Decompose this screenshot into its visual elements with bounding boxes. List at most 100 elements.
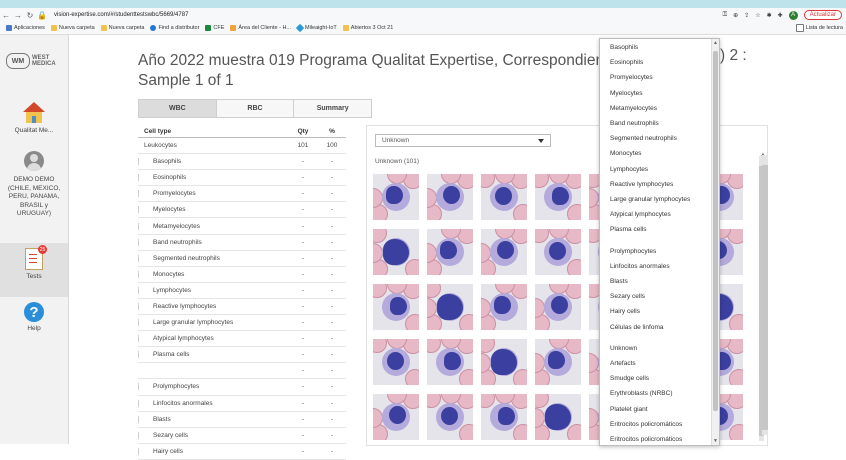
update-button[interactable]: Actualizar (803, 10, 842, 20)
url-text[interactable]: vision-expertise.com/#/studenttestswbc/5… (54, 12, 723, 18)
sidebar-item-tests[interactable]: 25 Tests (0, 243, 68, 297)
scroll-down-icon[interactable]: ▼ (713, 438, 718, 444)
dropdown-option[interactable]: Eosinophils (610, 59, 643, 66)
table-row[interactable]: Hairy cells - - (138, 444, 346, 460)
category-select[interactable]: Unknown (375, 134, 551, 147)
cell-image-tile[interactable] (373, 394, 419, 440)
dropdown-option[interactable]: Eritrocitos policromáticos (610, 436, 682, 443)
dropdown-scrollbar[interactable]: ▲ ▼ (711, 39, 719, 445)
table-row[interactable]: Leukocytes 101 100 (138, 138, 346, 155)
zoom-icon[interactable]: ⊕ (733, 12, 738, 19)
bookmark-item[interactable]: Nueva carpeta (50, 25, 95, 31)
cell-image-tile[interactable] (481, 394, 527, 440)
red-blood-cell-shape (567, 204, 581, 220)
scroll-up-icon[interactable]: ▲ (713, 40, 718, 46)
star-icon[interactable]: ☆ (755, 12, 760, 19)
dropdown-option[interactable]: Eritrocitos policromáticos (610, 421, 682, 428)
tab-wbc[interactable]: WBC (139, 100, 217, 117)
bookmark-item[interactable]: Nueva carpeta (100, 25, 144, 31)
table-row[interactable]: Basophils - - (138, 154, 346, 171)
cell-image-tile[interactable] (535, 394, 581, 440)
bookmark-item[interactable]: CFE (205, 25, 224, 31)
cell-image-tile[interactable] (427, 339, 473, 385)
cell-image-tile[interactable] (481, 284, 527, 330)
table-row[interactable]: Band neutrophils - - (138, 235, 346, 251)
cell-image-tile[interactable] (481, 174, 527, 220)
sidebar-item-user[interactable]: DEMO DEMO (CHILE, MEXICO, PERU, PANAMA, … (0, 151, 68, 219)
dropdown-option[interactable]: Segmented neutrophils (610, 135, 677, 142)
dropdown-option[interactable]: Linfocitos anormales (610, 263, 670, 270)
table-row[interactable]: Prolymphocytes - - (138, 379, 346, 396)
table-row[interactable]: Promyelocytes - - (138, 186, 346, 203)
cell-image-tile[interactable] (373, 339, 419, 385)
dropdown-option[interactable]: Lymphocytes (610, 166, 648, 173)
profile-avatar[interactable]: A (788, 10, 798, 20)
dropdown-option[interactable]: Atypical lymphocytes (610, 211, 671, 218)
cell-image-tile[interactable] (427, 174, 473, 220)
dropdown-option[interactable]: Artefacts (610, 360, 636, 367)
cell-image-tile[interactable] (373, 284, 419, 330)
share-icon[interactable]: ⇪ (744, 12, 749, 19)
puzzle-icon[interactable]: ✚ (778, 12, 783, 19)
reading-list[interactable]: Lista de lectura (795, 24, 843, 32)
table-row[interactable]: Segmented neutrophils - - (138, 251, 346, 267)
key-icon[interactable]: ⚿ (723, 12, 728, 19)
dropdown-option[interactable]: Large granular lymphocytes (610, 196, 690, 203)
table-row[interactable]: Atypical lymphocytes - - (138, 331, 346, 348)
cell-image-tile[interactable] (535, 174, 581, 220)
table-row[interactable]: -- (138, 363, 346, 380)
bookmark-item[interactable]: Aplicaciones (6, 25, 45, 31)
table-row[interactable]: Metamyelocytes - - (138, 218, 346, 235)
dropdown-option[interactable]: Monocytes (610, 150, 641, 157)
table-row[interactable]: Blasts - - (138, 412, 346, 428)
bookmark-item[interactable]: Find a distributor (150, 25, 199, 31)
table-row[interactable]: Sezary cells - - (138, 428, 346, 444)
dropdown-option[interactable]: Basophils (610, 44, 638, 51)
dropdown-option[interactable]: Reactive lymphocytes (610, 181, 673, 188)
sidebar-item-home[interactable]: Qualitat Me... (0, 102, 68, 134)
cell-image-tile[interactable] (427, 229, 473, 275)
extension-icon[interactable]: ✱ (767, 12, 772, 19)
table-row[interactable]: Linfocitos anormales - - (138, 396, 346, 412)
dropdown-option[interactable]: Metamyelocytes (610, 105, 657, 112)
cell-image-tile[interactable] (481, 229, 527, 275)
dropdown-option[interactable]: Blasts (610, 278, 628, 285)
dropdown-option[interactable]: Promyelocytes (610, 74, 653, 81)
table-row[interactable]: Monocytes - - (138, 267, 346, 283)
table-row[interactable]: Plasma cells - - (138, 347, 346, 364)
bookmark-item[interactable]: Área del Cliente - H... (230, 25, 291, 31)
dropdown-option[interactable]: Unknown (610, 345, 637, 352)
cell-image-tile[interactable] (373, 174, 419, 220)
cell-image-tile[interactable] (427, 394, 473, 440)
tab-rbc[interactable]: RBC (216, 100, 295, 117)
cell-image-tile[interactable] (535, 284, 581, 330)
sidebar-item-help[interactable]: ? Help (0, 302, 68, 332)
table-row[interactable]: Reactive lymphocytes - - (138, 299, 346, 316)
cell-image-tile[interactable] (535, 339, 581, 385)
dropdown-option[interactable]: Myelocytes (610, 90, 643, 97)
dropdown-option[interactable]: Hairy cells (610, 308, 640, 315)
table-row[interactable]: Large granular lymphocytes - - (138, 315, 346, 332)
table-row[interactable]: Lymphocytes - - (138, 283, 346, 299)
dropdown-option[interactable]: Band neutrophils (610, 120, 659, 127)
dropdown-option[interactable]: Smudge cells (610, 375, 649, 382)
bookmark-item[interactable]: Abiertos 3 Oct 21 (342, 25, 393, 31)
dropdown-option[interactable]: Plasma cells (610, 226, 646, 233)
dropdown-option[interactable]: Platelet giant (610, 406, 648, 413)
dropdown-option[interactable]: Células de linfoma (610, 324, 663, 331)
tab-summary[interactable]: Summary (294, 100, 372, 117)
cell-image-tile[interactable] (373, 229, 419, 275)
dropdown-option[interactable]: Prolymphocytes (610, 248, 656, 255)
reload-icon[interactable]: ↻ (24, 11, 36, 20)
cell-image-tile[interactable] (481, 339, 527, 385)
bookmark-item[interactable]: Mileaight-IoT (295, 23, 337, 33)
dropdown-option[interactable]: Sezary cells (610, 293, 645, 300)
content-scrollbar[interactable] (762, 155, 768, 435)
table-row[interactable]: Eosinophils - - (138, 170, 346, 187)
table-row[interactable]: Myelocytes - - (138, 202, 346, 219)
back-arrow-icon[interactable]: ← (0, 11, 12, 20)
forward-arrow-icon[interactable]: → (12, 11, 24, 20)
dropdown-option[interactable]: Erythroblasts (NRBC) (610, 390, 672, 397)
cell-image-tile[interactable] (535, 229, 581, 275)
cell-image-tile[interactable] (427, 284, 473, 330)
